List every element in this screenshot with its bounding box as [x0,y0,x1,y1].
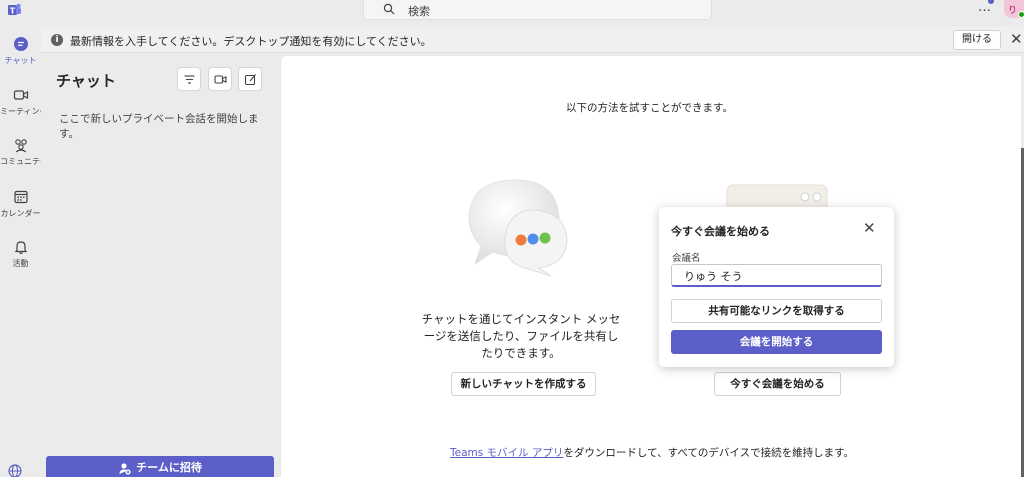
rail-label-meetings: ミーティング [0,107,41,116]
presence-status-icon [1018,11,1024,18]
search-placeholder: 検索 [408,5,430,18]
footer-message: をダウンロードして、すべてのデバイスで接続を維持します。 [563,447,855,459]
compose-icon [244,74,256,86]
svg-text:T: T [10,7,16,16]
search-box[interactable]: 検索 [363,0,712,20]
banner-text: 最新情報を入手してください。デスクトップ通知を有効にしてください。 [70,35,432,48]
bell-icon [14,241,27,255]
rail-label-chat: チャット [4,56,37,65]
chat-pane-title: チャット [56,72,116,90]
new-chat-create-button[interactable]: 新しいチャットを作成する [451,372,596,396]
meeting-name-input[interactable]: りゅう そう [671,264,882,287]
globe-icon[interactable] [8,464,22,477]
title-bar: T 検索 … りそ [0,0,1024,26]
get-shareable-link-button[interactable]: 共有可能なリンクを取得する [671,299,882,323]
main-subtitle: 以下の方法を試すことができます。 [566,102,733,114]
meet-now-video-button[interactable] [208,67,232,91]
add-person-icon [119,462,131,475]
meet-now-dialog: 今すぐ会議を始める ✕ 会議名 りゅう そう 共有可能なリンクを取得する 会議を… [659,207,894,367]
dialog-close-icon[interactable]: ✕ [863,219,876,237]
invite-to-team-button[interactable]: チームに招待 [46,456,274,477]
rail-item-chat[interactable]: チャット [0,36,41,80]
footer-text: Teams モバイル アプリをダウンロードして、すべてのデバイスで接続を維持しま… [450,445,854,460]
mobile-app-link[interactable]: Teams モバイル アプリ [450,447,563,459]
meeting-name-label: 会議名 [672,253,701,264]
main-content: 以下の方法を試すことができます。 チャットを通じてインスタント メッセージを送信… [280,56,1021,477]
meet-now-button[interactable]: 今すぐ会議を始める [714,372,841,396]
notification-banner: i 最新情報を入手してください。デスクトップ通知を有効にしてください。 開ける … [41,27,1024,53]
chat-description: チャットを通じてインスタント メッセージを送信したり、ファイルを共有したりできま… [421,312,621,360]
people-icon [14,139,27,153]
dialog-title: 今すぐ会議を始める [671,225,770,238]
video-icon [214,75,227,84]
rail-label-activity: 活動 [12,259,29,268]
invite-label: チームに招待 [136,461,202,474]
filter-icon [184,75,195,84]
chat-icon [13,37,28,51]
rail-label-calendar: カレンダー [0,209,41,218]
banner-open-button[interactable]: 開ける [953,30,1001,50]
start-meeting-button[interactable]: 会議を開始する [671,330,882,354]
empty-chat-text: ここで新しいプライベート会話を開始します。 [59,113,259,140]
app-rail: チャット ミーティング コミュニティ カレンダー [0,26,41,477]
video-icon [13,90,28,100]
rail-item-meetings[interactable]: ミーティング [0,87,41,131]
rail-label-community: コミュニティ [0,157,41,166]
rail-item-activity[interactable]: 活動 [0,239,41,283]
new-chat-button[interactable] [238,67,262,91]
rail-item-calendar[interactable]: カレンダー [0,189,41,233]
notification-dot [988,0,994,4]
calendar-icon [13,190,28,204]
chat-list-pane: チャット ここで新しいプライベート会話を開始します。 チームに招待 [41,54,278,477]
banner-close-icon[interactable]: ✕ [1010,30,1023,48]
rail-item-community[interactable]: コミュニティ [0,137,41,181]
search-icon [383,3,395,15]
chat-bubbles-illustration-icon [468,179,568,277]
info-icon: i [51,34,63,46]
filter-button[interactable] [177,67,201,91]
teams-logo-icon[interactable]: T [6,2,22,18]
